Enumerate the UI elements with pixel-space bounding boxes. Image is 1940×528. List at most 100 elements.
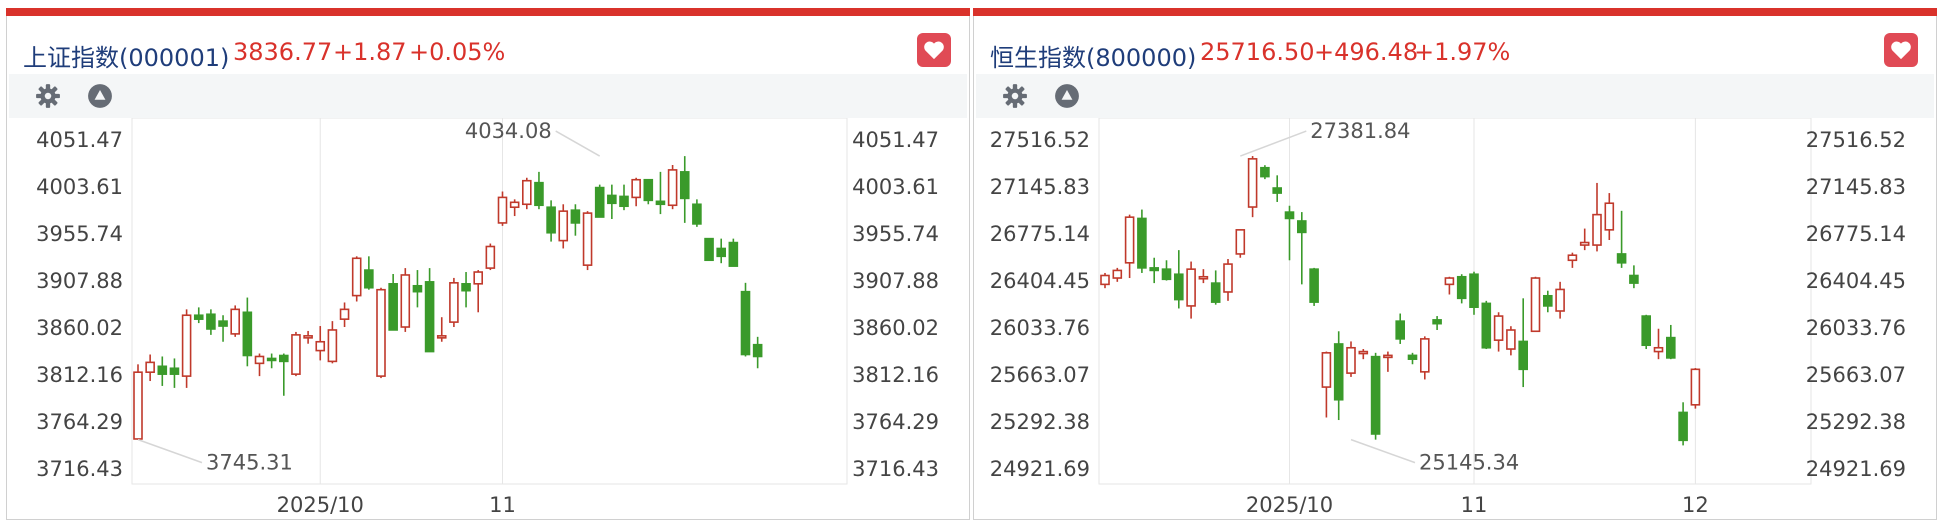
candle-down[interactable] (1629, 265, 1639, 289)
candle-down[interactable] (570, 204, 581, 236)
settings-button[interactable] (33, 81, 63, 111)
candle-down[interactable] (728, 238, 739, 267)
candle-up[interactable] (558, 204, 569, 249)
candle-down[interactable] (278, 353, 289, 396)
candle-up[interactable] (631, 177, 641, 207)
candle-up[interactable] (1530, 276, 1541, 333)
candle-up[interactable] (1690, 368, 1701, 409)
candle-down[interactable] (1407, 352, 1418, 365)
candle-down[interactable] (1137, 209, 1147, 273)
candle-up[interactable] (1555, 281, 1565, 319)
candle-up[interactable] (436, 317, 447, 342)
candle-down[interactable] (242, 297, 253, 367)
candle-down[interactable] (692, 199, 702, 227)
candle-down[interactable] (1469, 271, 1479, 315)
candle-down[interactable] (461, 272, 471, 308)
candle-down[interactable] (1210, 270, 1221, 305)
candle-up[interactable] (376, 287, 386, 379)
candle-down[interactable] (206, 309, 216, 335)
collapse-button[interactable] (1052, 81, 1082, 111)
candle-down[interactable] (1272, 175, 1283, 202)
candle-down[interactable] (643, 178, 654, 205)
candle-down[interactable] (740, 282, 751, 357)
index-title[interactable]: 恒生指数(800000) (990, 38, 1196, 73)
candle-up[interactable] (303, 330, 313, 344)
candle-up[interactable] (1506, 326, 1516, 356)
candle-up[interactable] (1198, 269, 1209, 284)
candle-down[interactable] (655, 171, 666, 215)
candle-down[interactable] (1481, 300, 1492, 350)
candle-up[interactable] (315, 326, 326, 361)
candle-down[interactable] (1161, 260, 1172, 281)
candle-down[interactable] (364, 256, 374, 290)
candle-up[interactable] (521, 177, 532, 210)
candle-up[interactable] (449, 277, 459, 328)
candle-down[interactable] (716, 238, 727, 264)
candle-down[interactable] (1174, 250, 1184, 309)
candle-up[interactable] (351, 256, 362, 302)
candle-up[interactable] (1247, 156, 1258, 218)
candle-down[interactable] (594, 184, 605, 218)
candle-down[interactable] (704, 237, 714, 262)
candle-down[interactable] (193, 307, 204, 324)
candle-up[interactable] (1346, 341, 1356, 377)
candle-down[interactable] (1432, 316, 1442, 331)
candle-down[interactable] (619, 184, 629, 211)
candle-up[interactable] (509, 199, 520, 217)
candle-up[interactable] (254, 353, 265, 377)
candle-up[interactable] (1419, 336, 1430, 380)
candle-up[interactable] (1235, 229, 1246, 258)
candle-up[interactable] (1100, 272, 1110, 289)
candle-down[interactable] (607, 184, 617, 220)
candle-up[interactable] (667, 164, 678, 210)
candle-down[interactable] (1678, 402, 1688, 446)
candle-down[interactable] (1260, 165, 1270, 180)
candle-down[interactable] (1616, 210, 1627, 268)
candle-down[interactable] (1641, 314, 1652, 350)
candle-up[interactable] (400, 268, 411, 332)
candle-down[interactable] (266, 353, 277, 369)
candle-down[interactable] (1149, 257, 1159, 284)
index-title[interactable]: 上证指数(000001) (23, 38, 229, 73)
candle-up[interactable] (327, 321, 338, 364)
candle-up[interactable] (1383, 351, 1393, 372)
candle-down[interactable] (1370, 352, 1381, 440)
settings-button[interactable] (1000, 81, 1030, 111)
collapse-button[interactable] (85, 81, 115, 111)
candle-down[interactable] (424, 268, 435, 353)
candle-down[interactable] (534, 171, 544, 210)
candle-up[interactable] (339, 302, 350, 328)
candle-down[interactable] (1333, 331, 1344, 421)
favorite-button[interactable] (1884, 33, 1918, 67)
candle-up[interactable] (1444, 276, 1455, 295)
candle-up[interactable] (1321, 351, 1332, 418)
candle-down[interactable] (1395, 313, 1406, 344)
candle-down[interactable] (157, 356, 168, 386)
candle-up[interactable] (1186, 261, 1196, 319)
candle-down[interactable] (412, 270, 423, 308)
candle-up[interactable] (291, 331, 301, 377)
candle-down[interactable] (1284, 205, 1295, 261)
candle-up[interactable] (1124, 214, 1135, 279)
candle-down[interactable] (169, 358, 180, 388)
candle-down[interactable] (1296, 212, 1307, 285)
candle-down[interactable] (1542, 290, 1553, 313)
candle-down[interactable] (218, 315, 228, 342)
candle-up[interactable] (582, 211, 593, 271)
candle-up[interactable] (473, 270, 484, 313)
candle-up[interactable] (1112, 267, 1123, 282)
candle-up[interactable] (1223, 259, 1233, 301)
candle-up[interactable] (1579, 228, 1590, 251)
candle-down[interactable] (752, 336, 763, 369)
candle-down[interactable] (679, 156, 690, 223)
candle-down[interactable] (1309, 267, 1319, 306)
candle-down[interactable] (1518, 298, 1529, 388)
candle-up[interactable] (133, 364, 143, 440)
candle-down[interactable] (546, 200, 556, 242)
candle-up[interactable] (1358, 349, 1369, 360)
candle-up[interactable] (1592, 182, 1602, 252)
candle-up[interactable] (497, 191, 508, 226)
candle-down[interactable] (1456, 274, 1467, 304)
candle-up[interactable] (1604, 193, 1615, 240)
favorite-button[interactable] (917, 33, 951, 67)
